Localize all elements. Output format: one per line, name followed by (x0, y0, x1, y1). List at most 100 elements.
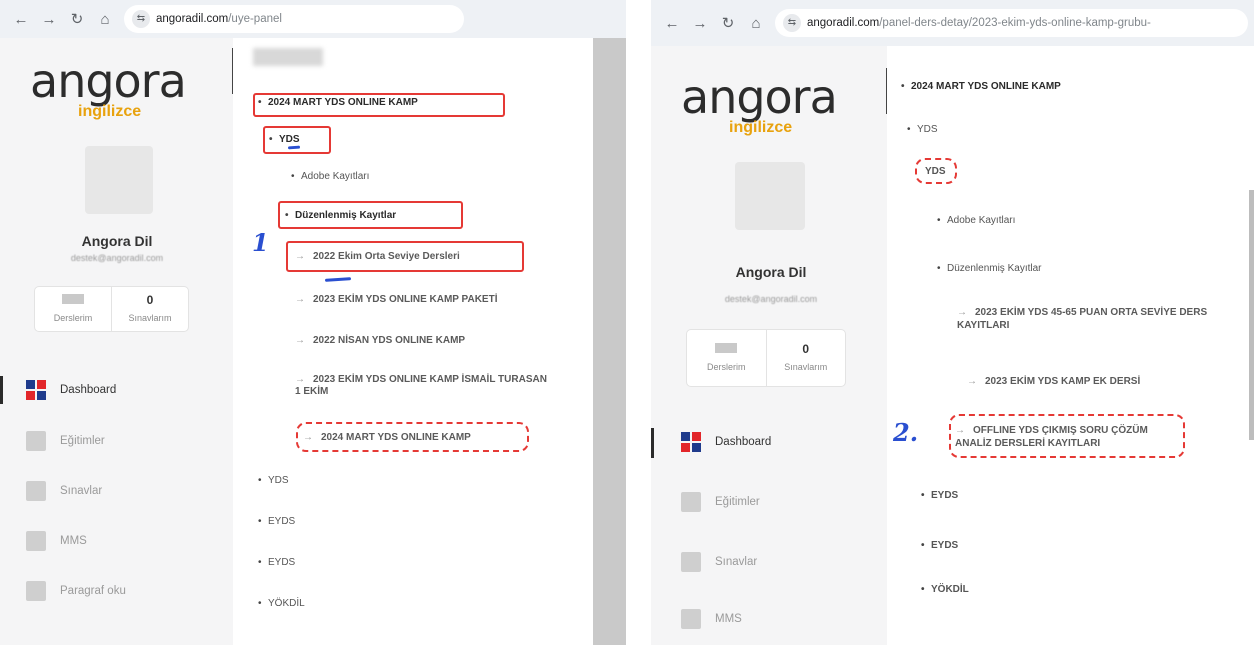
stat-exams-value: 0 (802, 342, 810, 356)
url-domain: angoradil.com (807, 17, 880, 29)
browser-toolbar: ← → ↻ ⌂ ⇆ angoradil.com/uye-panel (0, 0, 626, 38)
reload-icon[interactable]: ↻ (719, 14, 737, 32)
highlight-leaf-wavy (949, 414, 1185, 458)
tree-other[interactable]: • EYDS (921, 490, 958, 501)
forward-icon[interactable]: → (40, 11, 58, 28)
tree-adobe[interactable]: • Adobe Kayıtları (937, 215, 1015, 226)
stat-courses[interactable]: Derslerim (687, 330, 766, 386)
site-info-icon[interactable]: ⇆ (783, 14, 801, 32)
tree-other[interactable]: • YDS (258, 475, 289, 486)
sidebar: angora ingilizce Angora Dil destek@angor… (651, 46, 888, 645)
highlight-yds-wavy (915, 158, 957, 184)
tree-adobe[interactable]: • Adobe Kayıtları (291, 171, 369, 182)
stat-exams[interactable]: 0 Sınavlarım (765, 330, 846, 386)
reload-icon[interactable]: ↻ (68, 10, 86, 28)
stat-courses[interactable]: Derslerim (35, 287, 111, 331)
highlight-leaf-wavy (296, 422, 529, 452)
menu-sinavlar-label: Sınavlar (60, 485, 103, 497)
menu-sinavlar[interactable]: Sınavlar (26, 481, 102, 501)
main-content: • 2024 MART YDS ONLINE KAMP • YDS YDS • Ado… (887, 46, 1254, 645)
tree-edited[interactable]: • Düzenlenmiş Kayıtlar (937, 263, 1041, 274)
menu-mms-label: MMS (60, 535, 87, 547)
courses-icon (26, 431, 46, 451)
avatar (735, 162, 805, 230)
menu-dashboard-label: Dashboard (715, 436, 772, 448)
url-path: /panel-ders-detay/2023-ekim-yds-online-k… (879, 17, 1151, 29)
back-icon[interactable]: ← (12, 11, 30, 28)
stat-exams[interactable]: 0 Sınavlarım (111, 287, 188, 331)
menu-mms[interactable]: MMS (681, 609, 742, 629)
tree-other[interactable]: • YÖKDİL (921, 584, 969, 595)
menu-mms-label: MMS (715, 613, 742, 625)
highlight-camp (253, 93, 505, 117)
tree-leaf[interactable]: → 2023 EKİM YDS ONLINE KAMP PAKETİ (295, 294, 498, 305)
stat-courses-label: Derslerim (706, 362, 746, 372)
menu-egitimler[interactable]: Eğitimler (681, 492, 760, 512)
brand-logo[interactable]: angora ingilizce (681, 74, 851, 144)
menu-egitimler-label: Eğitimler (715, 496, 760, 508)
menu-dashboard[interactable]: Dashboard (26, 380, 116, 400)
url-domain: angoradil.com (156, 13, 229, 25)
exams-icon (26, 481, 46, 501)
tree-leaf[interactable]: → 2023 EKİM YDS 45-65 PUAN ORTA SEVİYE DE… (957, 306, 1247, 332)
active-indicator (0, 376, 3, 404)
dashboard-icon (26, 380, 46, 400)
stat-courses-value (715, 343, 738, 353)
tree-other[interactable]: • EYDS (258, 516, 295, 527)
paragraph-icon (26, 581, 46, 601)
stat-exams-value: 0 (146, 293, 154, 307)
mms-icon (681, 609, 701, 629)
menu-dashboard[interactable]: Dashboard (681, 432, 771, 452)
menu-dashboard-label: Dashboard (60, 384, 117, 396)
home-icon[interactable]: ⌂ (747, 15, 765, 32)
stat-exams-label: Sınavlarım (784, 362, 828, 372)
menu-sinavlar-label: Sınavlar (715, 556, 758, 568)
tree-yds[interactable]: • YDS (907, 124, 938, 135)
menu-sinavlar[interactable]: Sınavlar (681, 552, 757, 572)
menu-egitimler[interactable]: Eğitimler (26, 431, 105, 451)
address-bar[interactable]: ⇆ angoradil.com/panel-ders-detay/2023-ek… (775, 9, 1248, 37)
courses-icon (681, 492, 701, 512)
highlight-yds (263, 126, 331, 154)
user-email: destek@angoradil.com (70, 253, 164, 263)
stat-courses-label: Derslerim (53, 313, 93, 323)
right-screenshot: ← → ↻ ⌂ ⇆ angoradil.com/panel-ders-detay… (651, 0, 1254, 645)
tree-other[interactable]: • EYDS (258, 557, 295, 568)
underline-mark (324, 277, 352, 282)
annotation-number: 1 (252, 228, 269, 257)
separator (626, 0, 651, 645)
user-name: Angora Dil (735, 264, 807, 280)
user-email: destek@angoradil.com (724, 294, 818, 304)
tree-other[interactable]: • EYDS (921, 540, 958, 551)
logo-sub: ingilizce (78, 103, 142, 120)
left-screenshot: ← → ↻ ⌂ ⇆ angoradil.com/uye-panel angora… (0, 0, 626, 645)
stats-card: Derslerim 0 Sınavlarım (34, 286, 189, 332)
exams-icon (681, 552, 701, 572)
scrollbar[interactable] (1249, 190, 1254, 440)
brand-logo[interactable]: angora ingilizce (30, 58, 200, 128)
tree-other[interactable]: • YÖKDİL (258, 598, 305, 609)
site-info-icon[interactable]: ⇆ (132, 10, 150, 28)
home-icon[interactable]: ⌂ (96, 11, 114, 28)
menu-paragraf-label: Paragraf oku (60, 585, 126, 597)
forward-icon[interactable]: → (691, 15, 709, 32)
address-bar[interactable]: ⇆ angoradil.com/uye-panel (124, 5, 464, 33)
stat-exams-label: Sınavlarım (128, 313, 172, 323)
logo-sub: ingilizce (729, 119, 793, 136)
tree-leaf[interactable]: → 2023 EKİM YDS ONLINE KAMP İSMAİL TURASA… (295, 374, 555, 398)
tree-leaf[interactable]: → 2022 NİSAN YDS ONLINE KAMP (295, 335, 465, 346)
back-icon[interactable]: ← (663, 15, 681, 32)
menu-paragraf[interactable]: Paragraf oku (26, 581, 126, 601)
sidebar: angora ingilizce Angora Dil destek@angor… (0, 38, 234, 645)
tree-camp[interactable]: • 2024 MART YDS ONLINE KAMP (901, 81, 1061, 92)
annotation-number: 2. (893, 418, 919, 447)
dashboard-icon (681, 432, 701, 452)
tree-leaf[interactable]: → 2023 EKİM YDS KAMP EK DERSİ (967, 376, 1140, 387)
logo-word: angora (681, 70, 838, 124)
browser-toolbar: ← → ↻ ⌂ ⇆ angoradil.com/panel-ders-detay… (651, 0, 1254, 46)
stats-card: Derslerim 0 Sınavlarım (686, 329, 846, 387)
main-content: • 2024 MART YDS ONLINE KAMP • YDS • Adobe K… (233, 38, 593, 645)
background-overlay (593, 38, 626, 645)
menu-mms[interactable]: MMS (26, 531, 87, 551)
logo-word: angora (30, 54, 187, 108)
